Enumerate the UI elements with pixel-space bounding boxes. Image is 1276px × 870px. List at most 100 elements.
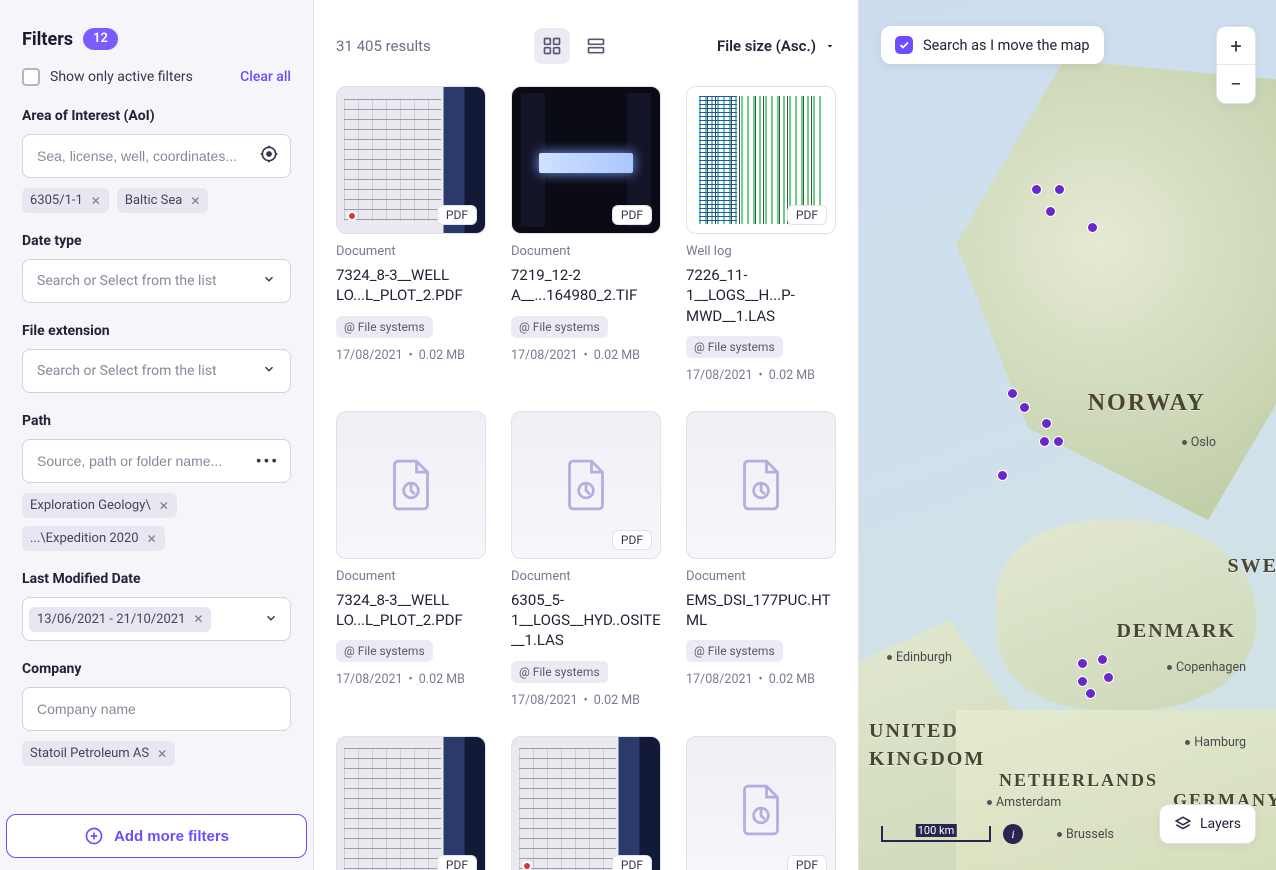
chip-remove-icon[interactable]: ✕ bbox=[159, 499, 169, 513]
list-icon bbox=[586, 36, 606, 56]
card-meta: 17/08/2021•0.02 MB bbox=[336, 348, 486, 363]
card-thumbnail[interactable] bbox=[686, 411, 836, 559]
map-label-nl: NETHERLANDS bbox=[999, 770, 1158, 791]
card-thumbnail[interactable]: PDF bbox=[511, 411, 661, 559]
result-card[interactable]: Document EMS_DSI_177PUC.HTML @ File syst… bbox=[686, 411, 836, 708]
zoom-in-button[interactable]: + bbox=[1217, 27, 1255, 65]
card-thumbnail[interactable]: PDF bbox=[511, 86, 661, 234]
card-thumbnail[interactable]: PDF bbox=[686, 86, 836, 234]
zoom-out-button[interactable]: − bbox=[1217, 65, 1255, 103]
map-zoom-control: + − bbox=[1216, 26, 1256, 104]
card-doc-type: Document bbox=[511, 244, 661, 259]
map-marker[interactable] bbox=[1097, 654, 1108, 665]
map-marker[interactable] bbox=[1077, 676, 1088, 687]
filters-sidebar: Filters 12 Show only active filters Clea… bbox=[0, 0, 314, 870]
card-thumbnail[interactable]: PDF bbox=[336, 86, 486, 234]
results-count: 31 405 results bbox=[336, 37, 431, 55]
card-title: 6305_5-1__LOGS__HYD..OSITE__1.LAS bbox=[511, 590, 661, 651]
card-doc-type: Document bbox=[511, 569, 661, 584]
search-as-move-toggle[interactable]: Search as I move the map bbox=[881, 26, 1104, 64]
map-marker[interactable] bbox=[1045, 206, 1056, 217]
filter-company: Company Statoil Petroleum AS✕ bbox=[22, 661, 291, 766]
map-marker[interactable] bbox=[1019, 402, 1030, 413]
chip-remove-icon[interactable]: ✕ bbox=[157, 747, 167, 761]
chevron-down-icon bbox=[264, 610, 278, 629]
map-marker[interactable] bbox=[1087, 222, 1098, 233]
map-marker[interactable] bbox=[1031, 184, 1042, 195]
aoi-chip[interactable]: Baltic Sea✕ bbox=[117, 188, 209, 213]
result-card[interactable]: PDF Document 7324_8-3__WELL LO...L_PLOT_… bbox=[336, 86, 486, 383]
card-title: 7219_12-2 A__...164980_2.TIF bbox=[511, 265, 661, 306]
card-thumbnail[interactable]: PDF bbox=[511, 736, 661, 870]
map-marker[interactable] bbox=[997, 470, 1008, 481]
layers-button[interactable]: Layers bbox=[1159, 804, 1256, 844]
file-type-badge: PDF bbox=[437, 855, 477, 870]
chevron-down-icon bbox=[262, 362, 276, 380]
results-grid: PDF Document 7324_8-3__WELL LO...L_PLOT_… bbox=[336, 86, 836, 870]
result-card[interactable]: PDF bbox=[511, 736, 661, 870]
map-marker[interactable] bbox=[1054, 184, 1065, 195]
filter-path: Path ••• Exploration Geology\✕ ...\Exped… bbox=[22, 413, 291, 551]
path-label: Path bbox=[22, 413, 291, 429]
result-card[interactable]: PDF Well log 7226_11-1__LOGS__H...P-MWD_… bbox=[686, 86, 836, 383]
card-thumbnail[interactable]: PDF bbox=[336, 736, 486, 870]
clear-all-link[interactable]: Clear all bbox=[240, 69, 291, 85]
result-card[interactable]: PDF Document 7219_12-2 A__...164980_2.TI… bbox=[511, 86, 661, 383]
show-only-label: Show only active filters bbox=[50, 69, 193, 85]
chip-remove-icon[interactable]: ✕ bbox=[193, 612, 203, 626]
map-city-hamburg: Hamburg bbox=[1185, 735, 1246, 750]
more-icon[interactable]: ••• bbox=[256, 452, 279, 471]
company-chip[interactable]: Statoil Petroleum AS✕ bbox=[22, 741, 175, 766]
map-marker[interactable] bbox=[1041, 418, 1052, 429]
filters-count-badge: 12 bbox=[83, 28, 118, 50]
map-city-oslo: Oslo bbox=[1182, 435, 1216, 450]
card-doc-type: Well log bbox=[686, 244, 836, 259]
card-thumbnail[interactable]: PDF bbox=[686, 736, 836, 870]
company-input[interactable] bbox=[22, 687, 291, 731]
path-input[interactable] bbox=[22, 439, 291, 483]
sort-dropdown[interactable]: File size (Asc.) bbox=[717, 37, 836, 55]
result-card[interactable]: PDF bbox=[336, 736, 486, 870]
map-label-uk2: KINGDOM bbox=[869, 748, 985, 771]
result-card[interactable]: PDF bbox=[686, 736, 836, 870]
add-more-filters-button[interactable]: Add more filters bbox=[6, 814, 307, 858]
card-thumbnail[interactable] bbox=[336, 411, 486, 559]
show-only-active-checkbox[interactable]: Show only active filters bbox=[22, 68, 193, 86]
map-city-brussels: Brussels bbox=[1057, 827, 1114, 842]
map-label-uk1: UNITED bbox=[869, 720, 959, 743]
date-type-select[interactable]: Search or Select from the list bbox=[22, 259, 291, 303]
chip-remove-icon[interactable]: ✕ bbox=[190, 194, 200, 208]
card-meta: 17/08/2021•0.02 MB bbox=[511, 348, 661, 363]
map-marker[interactable] bbox=[1007, 388, 1018, 399]
map-marker[interactable] bbox=[1103, 672, 1114, 683]
result-card[interactable]: Document 7324_8-3__WELL LO...L_PLOT_2.PD… bbox=[336, 411, 486, 708]
file-type-badge: PDF bbox=[612, 855, 652, 870]
checkbox-checked-icon bbox=[895, 36, 913, 54]
chip-remove-icon[interactable]: ✕ bbox=[91, 194, 101, 208]
file-type-badge: PDF bbox=[787, 205, 827, 225]
filter-aoi: Area of Interest (AoI) 6305/1-1✕ Baltic … bbox=[22, 108, 291, 213]
card-source-pill: @ File systems bbox=[686, 640, 783, 662]
path-chip[interactable]: Exploration Geology\✕ bbox=[22, 493, 177, 518]
aoi-input[interactable] bbox=[22, 134, 291, 178]
map-marker[interactable] bbox=[1077, 658, 1088, 669]
grid-view-button[interactable] bbox=[534, 28, 570, 64]
aoi-chip[interactable]: 6305/1-1✕ bbox=[22, 188, 109, 213]
result-card[interactable]: PDF Document 6305_5-1__LOGS__HYD..OSITE_… bbox=[511, 411, 661, 708]
map-marker[interactable] bbox=[1053, 436, 1064, 447]
layers-icon bbox=[1174, 815, 1192, 833]
list-view-button[interactable] bbox=[578, 28, 614, 64]
file-ext-select[interactable]: Search or Select from the list bbox=[22, 349, 291, 393]
last-mod-select[interactable]: 13/06/2021 - 21/10/2021✕ bbox=[22, 597, 291, 641]
map-marker[interactable] bbox=[1085, 688, 1096, 699]
card-title: 7324_8-3__WELL LO...L_PLOT_2.PDF bbox=[336, 590, 486, 631]
map-marker[interactable] bbox=[1039, 436, 1050, 447]
path-chip[interactable]: ...\Expedition 2020✕ bbox=[22, 526, 165, 551]
location-icon[interactable] bbox=[259, 144, 279, 168]
card-doc-type: Document bbox=[336, 244, 486, 259]
status-dot-icon bbox=[522, 861, 532, 870]
map-panel[interactable]: NORWAY SWE DENMARK UNITED KINGDOM NETHER… bbox=[858, 0, 1276, 870]
map-info-button[interactable]: i bbox=[1003, 824, 1023, 844]
chip-remove-icon[interactable]: ✕ bbox=[147, 532, 157, 546]
results-panel: 31 405 results File size (Asc.) PDF Docu… bbox=[314, 0, 858, 870]
